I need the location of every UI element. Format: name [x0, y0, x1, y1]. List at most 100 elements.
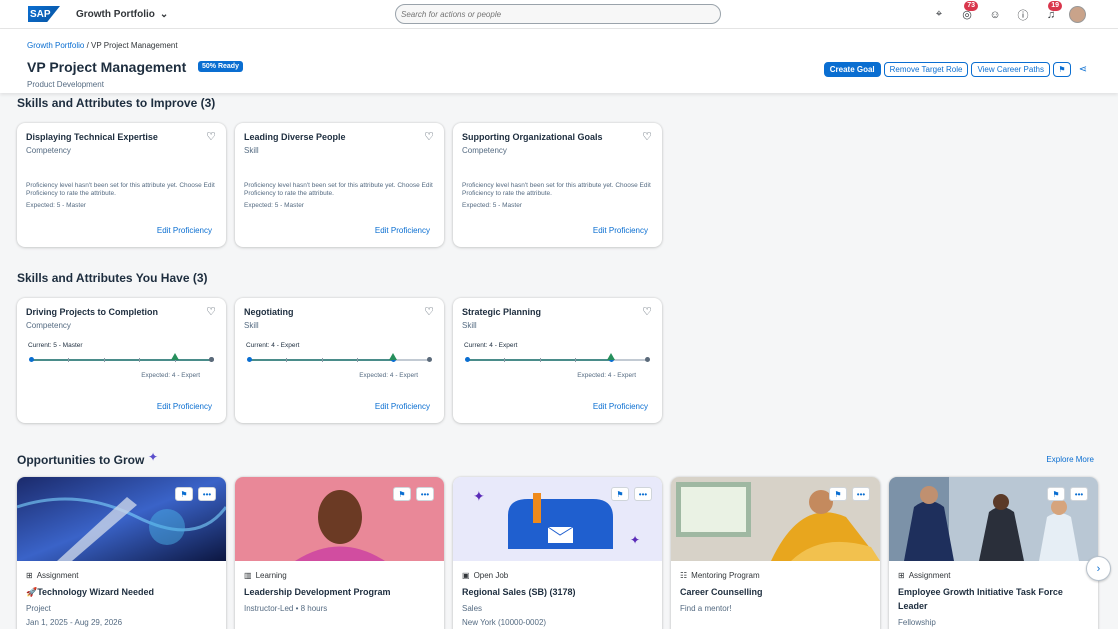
- search-input[interactable]: [395, 4, 721, 24]
- bookmark-button[interactable]: ⚑: [1053, 62, 1071, 77]
- attribute-name: Strategic Planning: [462, 307, 542, 317]
- expected-level-marker: [607, 353, 616, 360]
- share-icon[interactable]: ⋖: [1074, 62, 1092, 77]
- opportunity-detail: Sales: [462, 604, 483, 613]
- heart-icon[interactable]: ♡: [424, 305, 434, 318]
- improve-section-title: Skills and Attributes to Improve (3): [17, 96, 216, 110]
- bookmark-icon[interactable]: ⚑: [393, 487, 411, 501]
- breadcrumb: Growth Portfolio / VP Project Management: [27, 41, 178, 50]
- bookmark-icon[interactable]: ⚑: [611, 487, 629, 501]
- category-label: Learning: [255, 571, 287, 580]
- proficiency-tick: [357, 358, 359, 362]
- more-options-icon[interactable]: •••: [416, 487, 434, 501]
- track-end-dot: [427, 357, 432, 362]
- assignment-icon: ⊞: [26, 571, 33, 580]
- proficiency-message: Proficiency level hasn't been set for th…: [462, 182, 651, 197]
- proficiency-message: Proficiency level hasn't been set for th…: [26, 182, 215, 197]
- proficiency-tick: [503, 358, 505, 362]
- opportunity-title: 🚀Technology Wizard Needed: [26, 587, 154, 597]
- improve-card[interactable]: Leading Diverse People Skill ♡ Proficien…: [235, 123, 444, 247]
- svg-text:✦: ✦: [473, 488, 485, 504]
- edit-proficiency-link[interactable]: Edit Proficiency: [157, 226, 212, 235]
- track-end-dot: [645, 357, 650, 362]
- opportunity-detail: Fellowship: [898, 618, 936, 627]
- breadcrumb-link-growth-portfolio[interactable]: Growth Portfolio: [27, 41, 84, 50]
- edit-proficiency-link[interactable]: Edit Proficiency: [593, 226, 648, 235]
- opportunity-card[interactable]: ⚑ ••• ☷ Mentoring Program Career Counsell…: [671, 477, 880, 629]
- bookmark-icon[interactable]: ⚑: [1047, 487, 1065, 501]
- current-level: Current: 4 - Expert: [464, 342, 518, 349]
- carousel-next-button[interactable]: ›: [1086, 556, 1111, 581]
- more-options-icon[interactable]: •••: [1070, 487, 1088, 501]
- expected-level: Expected: 5 - Master: [244, 202, 304, 209]
- heart-icon[interactable]: ♡: [206, 130, 216, 143]
- expected-level: Expected: 4 - Expert: [359, 372, 419, 379]
- create-goal-button[interactable]: Create Goal: [823, 62, 881, 77]
- book-icon: ▥: [244, 571, 252, 580]
- opportunity-card[interactable]: ✦ ✦ ⚑ ••• ▣ Open Job Regional Sales (SB) …: [453, 477, 662, 629]
- opportunity-detail: Instructor-Led • 8 hours: [244, 604, 328, 613]
- opportunity-card[interactable]: ⚑ ••• ⊞ Assignment 🚀Technology Wizard Nee…: [17, 477, 226, 629]
- opportunity-category: ⊞ Assignment: [26, 571, 79, 580]
- category-label: Assignment: [36, 571, 79, 580]
- have-card[interactable]: Negotiating Skill ♡ Current: 4 - Expert …: [235, 298, 444, 423]
- edit-proficiency-link[interactable]: Edit Proficiency: [375, 226, 430, 235]
- opportunity-category: ▥ Learning: [244, 571, 287, 580]
- track-end-dot: [209, 357, 214, 362]
- opportunity-title: Regional Sales (SB) (3178): [462, 587, 576, 597]
- attribute-type: Competency: [26, 146, 71, 155]
- proficiency-tick: [285, 358, 287, 362]
- chevron-right-icon: ›: [1096, 562, 1101, 575]
- edit-proficiency-link[interactable]: Edit Proficiency: [157, 402, 212, 411]
- opportunity-card[interactable]: ⚑ ••• ⊞ Assignment Employee Growth Initia…: [889, 477, 1098, 629]
- bookmark-icon[interactable]: ⚑: [175, 487, 193, 501]
- attribute-name: Negotiating: [244, 307, 294, 317]
- svg-text:✦: ✦: [630, 533, 640, 547]
- category-label: Assignment: [908, 571, 951, 580]
- heart-icon[interactable]: ♡: [642, 305, 652, 318]
- edit-proficiency-link[interactable]: Edit Proficiency: [375, 402, 430, 411]
- opportunity-title: Employee Growth Initiative Task Force Le…: [898, 587, 1063, 611]
- proficiency-tick: [67, 358, 69, 362]
- more-options-icon[interactable]: •••: [852, 487, 870, 501]
- sap-logo[interactable]: SAP: [28, 6, 60, 22]
- app-title-menu[interactable]: Growth Portfolio ⌄: [76, 9, 168, 20]
- opportunity-category: ▣ Open Job: [462, 571, 508, 580]
- tasks-icon[interactable]: ◎ 73: [953, 0, 981, 29]
- heart-icon[interactable]: ♡: [424, 130, 434, 143]
- track-start-dot: [29, 357, 34, 362]
- more-options-icon[interactable]: •••: [198, 487, 216, 501]
- assignment-icon: ⊞: [898, 571, 905, 580]
- page-subtitle: Product Development: [27, 80, 104, 89]
- view-career-paths-button[interactable]: View Career Paths: [971, 62, 1050, 77]
- remove-target-role-button[interactable]: Remove Target Role: [883, 62, 969, 77]
- expected-level: Expected: 5 - Master: [26, 202, 86, 209]
- have-card[interactable]: Driving Projects to Completion Competenc…: [17, 298, 226, 423]
- proficiency-track: [247, 353, 432, 362]
- heart-icon[interactable]: ♡: [206, 305, 216, 318]
- help-icon[interactable]: ⓘ: [1009, 0, 1037, 29]
- people-icon[interactable]: ☺: [981, 0, 1009, 29]
- edit-proficiency-link[interactable]: Edit Proficiency: [593, 402, 648, 411]
- app-title: Growth Portfolio: [76, 8, 155, 20]
- improve-card[interactable]: Displaying Technical Expertise Competenc…: [17, 123, 226, 247]
- location-pin-icon[interactable]: ⌖: [925, 0, 953, 29]
- expected-level-marker: [389, 353, 398, 360]
- tasks-badge: 73: [964, 1, 978, 11]
- improve-card[interactable]: Supporting Organizational Goals Competen…: [453, 123, 662, 247]
- shell-bar: SAP Growth Portfolio ⌄ ⌖ ◎73 ☺ ⓘ ♫19: [0, 0, 1118, 29]
- current-level: Current: 5 - Master: [28, 342, 83, 349]
- heart-icon[interactable]: ♡: [642, 130, 652, 143]
- more-options-icon[interactable]: •••: [634, 487, 652, 501]
- bell-icon[interactable]: ♫ 19: [1037, 0, 1065, 29]
- opportunity-card[interactable]: ⚑ ••• ▥ Learning Leadership Development P…: [235, 477, 444, 629]
- proficiency-fill: [32, 359, 211, 361]
- bookmark-icon[interactable]: ⚑: [829, 487, 847, 501]
- have-card[interactable]: Strategic Planning Skill ♡ Current: 4 - …: [453, 298, 662, 423]
- proficiency-message: Proficiency level hasn't been set for th…: [244, 182, 433, 197]
- page-header: Growth Portfolio / VP Project Management…: [0, 29, 1118, 93]
- proficiency-track: [465, 353, 650, 362]
- explore-more-link[interactable]: Explore More: [1046, 455, 1094, 464]
- attribute-name: Supporting Organizational Goals: [462, 132, 603, 142]
- avatar[interactable]: [1069, 6, 1086, 23]
